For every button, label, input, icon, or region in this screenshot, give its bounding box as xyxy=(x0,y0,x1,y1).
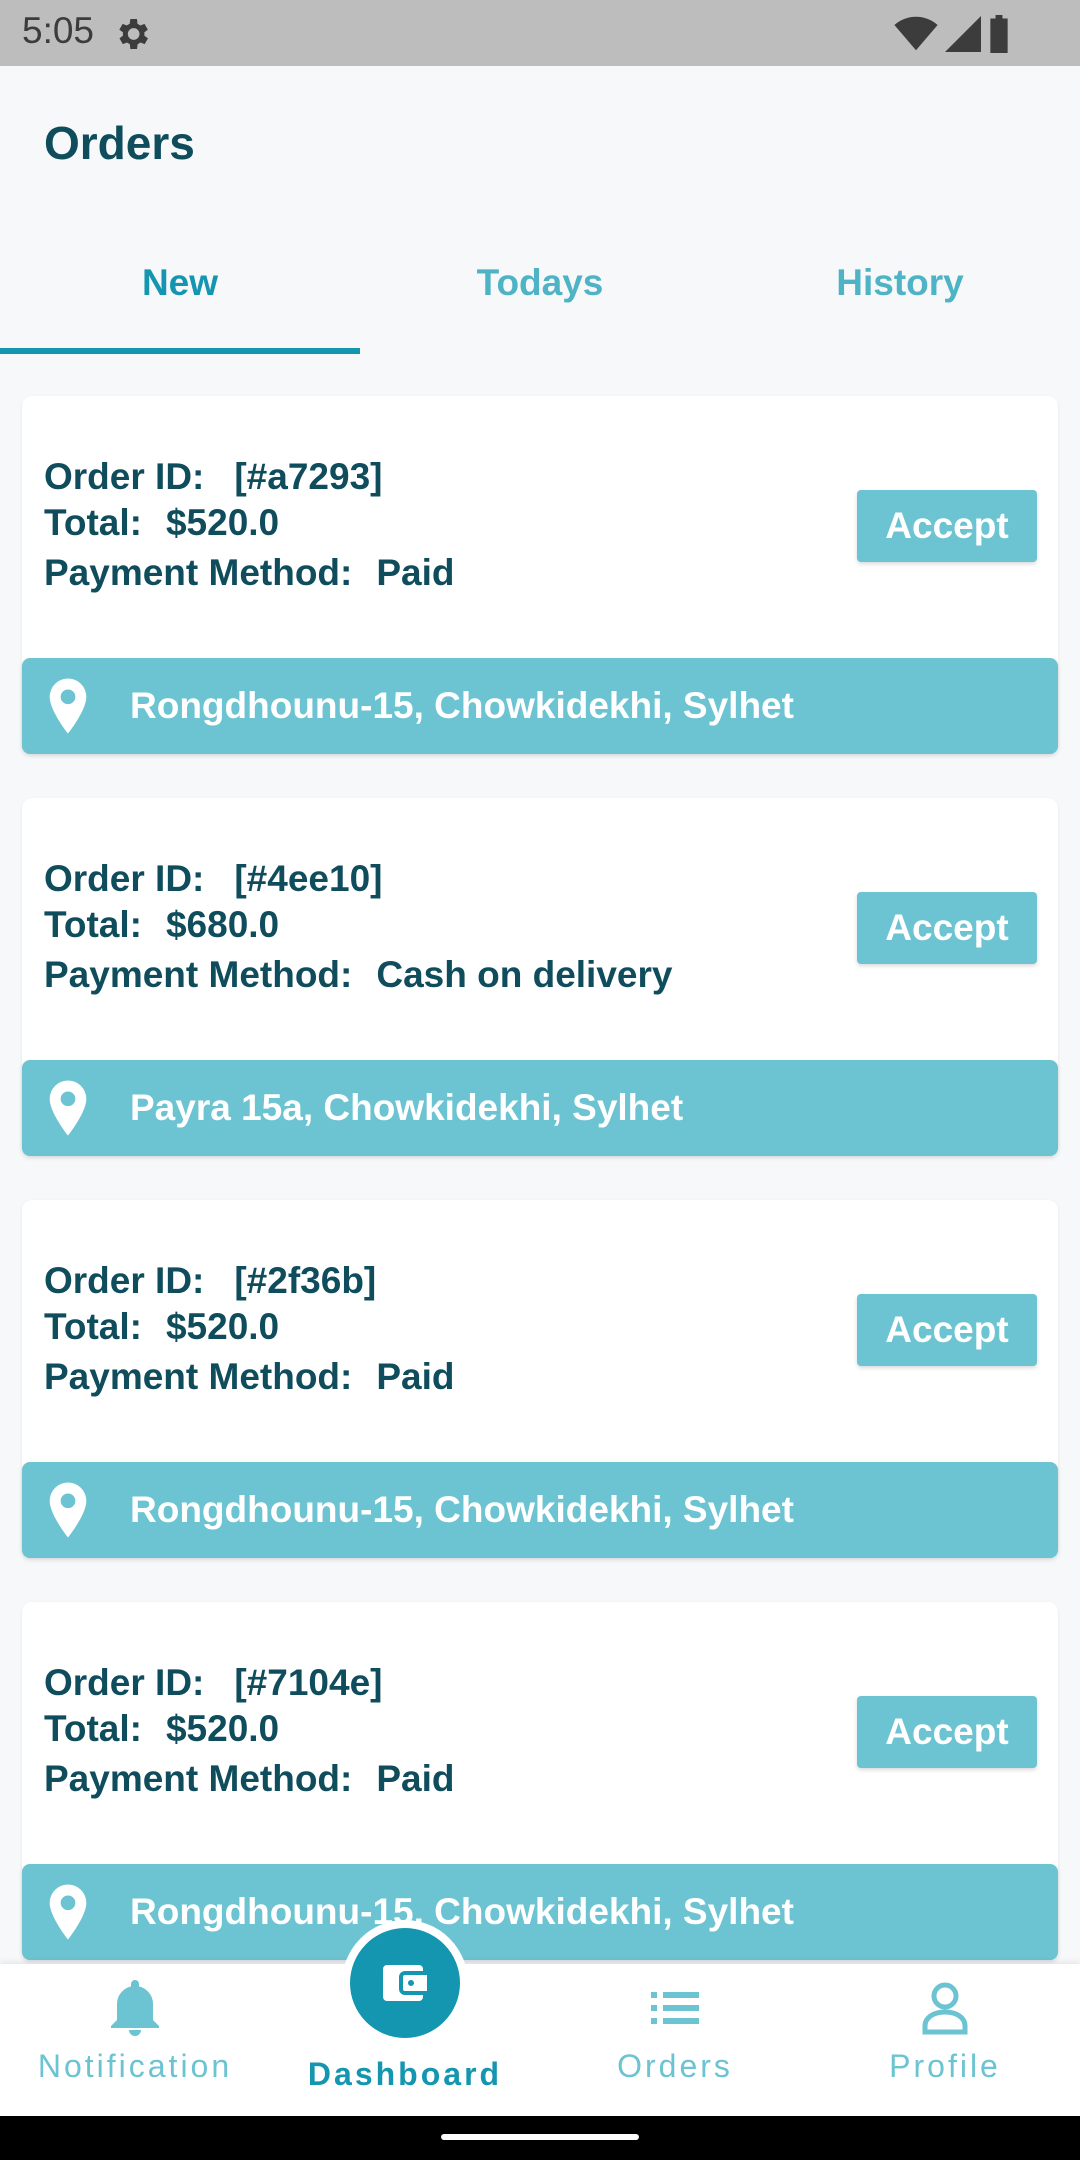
order-card: Order ID: [#7104e] Total: $520.0 Payment M… xyxy=(22,1602,1058,1960)
order-id-label: Order ID: xyxy=(44,858,205,899)
order-info: Order ID: [#2f36b] Total: $520.0 Payment M… xyxy=(44,1258,455,1400)
signal-icon xyxy=(945,16,981,52)
payment-method: Cash on delivery xyxy=(376,954,673,995)
location-pin-icon xyxy=(49,1482,87,1538)
order-id: [#a7293] xyxy=(234,456,383,497)
wifi-icon xyxy=(894,16,938,51)
order-id-label: Order ID: xyxy=(44,456,205,497)
accept-button[interactable]: Accept xyxy=(857,892,1037,964)
address-bar[interactable]: Payra 15a, Chowkidekhi, Sylhet xyxy=(22,1060,1058,1156)
payment-method-label: Payment Method: xyxy=(44,552,353,593)
bell-icon xyxy=(111,1980,159,2036)
settings-gear-icon xyxy=(119,19,148,49)
order-id-label: Order ID: xyxy=(44,1260,205,1301)
payment-method: Paid xyxy=(376,552,455,593)
page-title: Orders xyxy=(44,117,195,169)
delivery-address: Payra 15a, Chowkidekhi, Sylhet xyxy=(130,1087,684,1128)
accept-button[interactable]: Accept xyxy=(857,490,1037,562)
order-total-label: Total: xyxy=(44,502,142,543)
address-bar[interactable]: Rongdhounu-15, Chowkidekhi, Sylhet xyxy=(22,1864,1058,1960)
payment-method-label: Payment Method: xyxy=(44,1356,353,1397)
order-info: Order ID: [#4ee10] Total: $680.0 Payment M… xyxy=(44,856,672,998)
location-pin-icon xyxy=(49,1884,87,1940)
order-id-label: Order ID: xyxy=(44,1662,205,1703)
list-icon xyxy=(651,1992,699,2024)
payment-method: Paid xyxy=(376,1356,455,1397)
order-total: $520.0 xyxy=(165,1306,280,1347)
system-navigation-bar xyxy=(0,2116,1080,2160)
nav-notification[interactable]: Notification xyxy=(0,1964,270,2116)
home-gesture-handle[interactable] xyxy=(441,2134,639,2140)
person-icon xyxy=(922,1982,968,2035)
order-card: Order ID: [#a7293] Total: $520.0 Payment M… xyxy=(22,396,1058,754)
location-pin-icon xyxy=(49,678,87,734)
address-bar[interactable]: Rongdhounu-15, Chowkidekhi, Sylhet xyxy=(22,1462,1058,1558)
order-id: [#2f36b] xyxy=(234,1260,377,1301)
order-total-label: Total: xyxy=(44,904,142,945)
order-total: $520.0 xyxy=(165,1708,280,1749)
order-info: Order ID: [#7104e] Total: $520.0 Payment M… xyxy=(44,1660,455,1802)
tab-todays[interactable]: Todays xyxy=(360,214,720,354)
order-info: Order ID: [#a7293] Total: $520.0 Payment M… xyxy=(44,454,455,596)
nav-orders[interactable]: Orders xyxy=(540,1964,810,2116)
status-bar: 5:05 xyxy=(0,0,1080,66)
order-id: [#7104e] xyxy=(234,1662,383,1703)
payment-method-label: Payment Method: xyxy=(44,1758,353,1799)
payment-method-label: Payment Method: xyxy=(44,954,353,995)
order-total: $520.0 xyxy=(165,502,280,543)
delivery-address: Rongdhounu-15, Chowkidekhi, Sylhet xyxy=(130,685,794,726)
order-total-label: Total: xyxy=(44,1708,142,1749)
system-icons xyxy=(894,14,1010,54)
order-id: [#4ee10] xyxy=(234,858,383,899)
nav-orders-label: Orders xyxy=(617,2048,733,2084)
order-tabs: New Todays History xyxy=(0,214,1080,354)
order-total: $680.0 xyxy=(165,904,280,945)
bottom-navigation: Notification Dashboard Orders Profile xyxy=(0,1964,1080,2116)
order-card: Order ID: [#4ee10] Total: $680.0 Payment M… xyxy=(22,798,1058,1156)
order-total-label: Total: xyxy=(44,1306,142,1347)
nav-profile-label: Profile xyxy=(889,2048,1001,2084)
accept-button[interactable]: Accept xyxy=(857,1696,1037,1768)
tab-new[interactable]: New xyxy=(0,214,360,354)
delivery-address: Rongdhounu-15, Chowkidekhi, Sylhet xyxy=(130,1891,794,1932)
wallet-icon xyxy=(383,1965,427,2001)
accept-button[interactable]: Accept xyxy=(857,1294,1037,1366)
delivery-address: Rongdhounu-15, Chowkidekhi, Sylhet xyxy=(130,1489,794,1530)
app-bar: Orders xyxy=(0,66,1080,214)
nav-dashboard-label: Dashboard xyxy=(307,2056,503,2092)
status-time: 5:05 xyxy=(22,10,95,51)
location-pin-icon xyxy=(49,1080,87,1136)
address-bar[interactable]: Rongdhounu-15, Chowkidekhi, Sylhet xyxy=(22,658,1058,754)
payment-method: Paid xyxy=(376,1758,455,1799)
nav-notification-label: Notification xyxy=(37,2048,233,2084)
tab-history[interactable]: History xyxy=(720,214,1080,354)
battery-icon xyxy=(990,15,1008,53)
order-list[interactable]: Order ID: [#a7293] Total: $520.0 Payment M… xyxy=(0,354,1080,1964)
dashboard-fab[interactable] xyxy=(342,1920,468,2046)
order-card: Order ID: [#2f36b] Total: $520.0 Payment M… xyxy=(22,1200,1058,1558)
nav-profile[interactable]: Profile xyxy=(810,1964,1080,2116)
